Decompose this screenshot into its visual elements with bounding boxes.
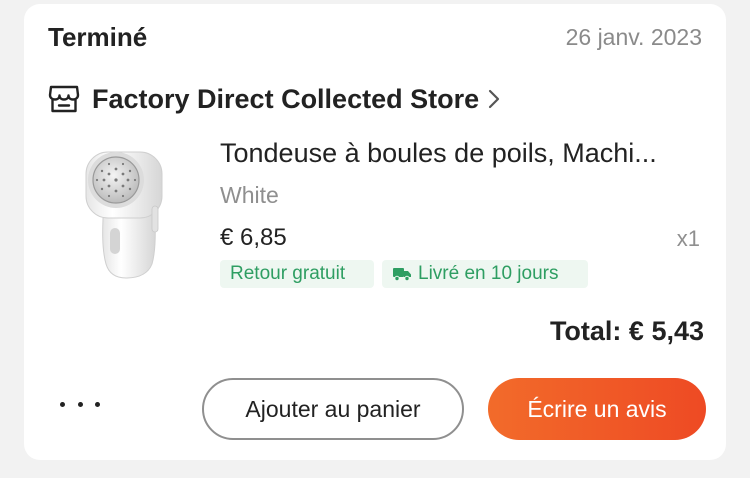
order-date: 26 janv. 2023: [565, 24, 702, 50]
dot: [95, 401, 100, 407]
order-total: Total: € 5,43: [549, 316, 704, 346]
product-variant: White: [220, 182, 279, 208]
store-link[interactable]: Factory Direct Collected Store: [48, 82, 507, 116]
store-icon: [48, 83, 80, 115]
product-quantity: x1: [676, 226, 700, 251]
free-return-label: Retour gratuit: [230, 263, 346, 284]
store-name: Factory Direct Collected Store: [92, 83, 480, 114]
dot: [77, 401, 83, 407]
dot: [60, 401, 65, 407]
product-price: € 6,85: [220, 224, 287, 251]
more-dots-icon[interactable]: [60, 394, 100, 414]
write-review-button[interactable]: Écrire un avis: [488, 378, 706, 440]
delivery-badge: Livré en 10 jours: [382, 260, 588, 288]
free-return-badge: Retour gratuit: [220, 260, 374, 288]
add-to-cart-button[interactable]: Ajouter au panier: [202, 378, 464, 440]
product-image[interactable]: [64, 140, 174, 286]
product-title[interactable]: Tondeuse à boules de poils, Machi...: [220, 138, 700, 169]
delivery-label: Livré en 10 jours: [418, 263, 559, 284]
order-status: Terminé: [48, 22, 148, 52]
truck-icon: [392, 266, 412, 282]
chevron-right-icon: [487, 87, 507, 111]
order-card: Terminé 26 janv. 2023 Factory Direct Col…: [24, 4, 726, 460]
